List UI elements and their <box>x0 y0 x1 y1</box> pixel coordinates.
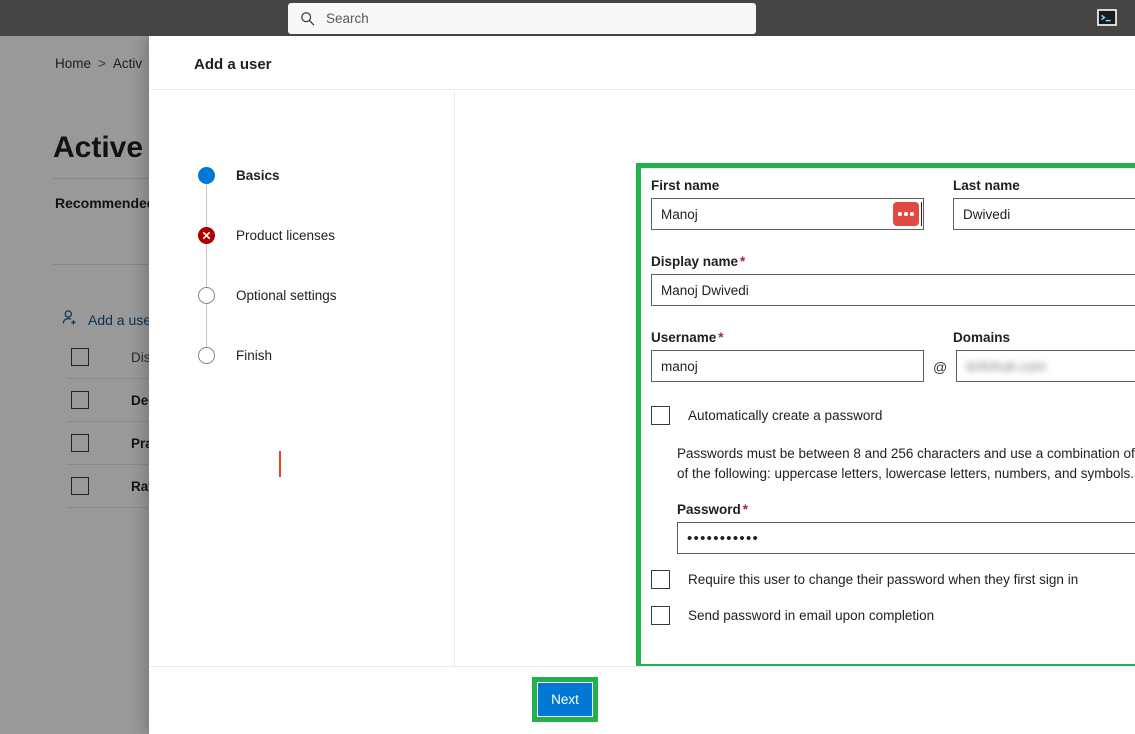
orange-annotation-marker <box>279 451 281 477</box>
username-domain-row: Username * Domains manoj @ tinfohub.com <box>651 330 1135 382</box>
display-name-input[interactable]: Manoj Dwivedi <box>651 274 1135 306</box>
auto-create-password-label: Automatically create a password <box>688 408 883 423</box>
username-domain-controls: manoj @ tinfohub.com <box>651 350 1135 382</box>
step-basics[interactable]: Basics <box>198 167 280 184</box>
add-user-panel: Add a user Basics Product licenses Optio… <box>149 36 1135 734</box>
basics-form: First name Manoj Last name Dwivedi Displ… <box>651 178 1135 625</box>
step-bullet-idle-icon <box>198 287 215 304</box>
basics-form-area: First name Manoj Last name Dwivedi Displ… <box>455 91 1135 669</box>
step-product-licenses-label: Product licenses <box>236 228 336 243</box>
username-domain-labels: Username * Domains <box>651 330 1135 350</box>
search-input[interactable]: Search <box>288 3 756 34</box>
at-symbol: @ <box>933 359 948 375</box>
step-optional-settings-label: Optional settings <box>236 288 337 303</box>
domains-label: Domains <box>953 330 1011 345</box>
step-basics-label: Basics <box>236 168 280 183</box>
display-name-value: Manoj Dwivedi <box>661 282 749 298</box>
password-masked-value: ••••••••••• <box>687 529 760 547</box>
step-bullet-idle-icon <box>198 347 215 364</box>
last-name-input[interactable]: Dwivedi <box>953 198 1135 230</box>
search-placeholder: Search <box>326 11 369 26</box>
auto-create-password-row[interactable]: Automatically create a password <box>651 406 1135 425</box>
screen-root: Home > Activ Active u Recommended Add a us… <box>0 0 1135 734</box>
next-button[interactable]: Next <box>538 683 592 716</box>
step-finish-label: Finish <box>236 348 273 363</box>
panel-header: Add a user <box>149 36 1135 90</box>
wizard-stepper: Basics Product licenses Optional setting… <box>149 91 455 666</box>
require-password-change-label: Require this user to change their passwo… <box>688 572 1079 587</box>
username-input[interactable]: manoj <box>651 350 924 382</box>
domains-label-wrap: Domains <box>953 330 1135 350</box>
username-label-wrap: Username * <box>651 330 924 350</box>
name-row: First name Manoj Last name Dwivedi <box>651 178 1135 230</box>
auto-create-password-checkbox[interactable] <box>651 406 670 425</box>
panel-title: Add a user <box>194 56 272 73</box>
send-email-row[interactable]: Send password in email upon completion <box>651 606 1135 625</box>
username-value: manoj <box>661 358 698 374</box>
first-name-group: First name Manoj <box>651 178 924 230</box>
require-password-change-checkbox[interactable] <box>651 570 670 589</box>
username-label: Username * <box>651 330 924 345</box>
display-name-label-text: Display name <box>651 254 739 269</box>
last-name-label: Last name <box>953 178 1020 193</box>
password-label: Password * <box>677 502 1135 517</box>
panel-footer: Next <box>149 666 1135 734</box>
first-name-label: First name <box>651 178 720 193</box>
last-name-value: Dwivedi <box>963 206 1011 222</box>
required-asterisk: * <box>742 502 749 517</box>
display-name-label: Display name * <box>651 254 1135 269</box>
send-password-email-checkbox[interactable] <box>651 606 670 625</box>
step-bullet-active-icon <box>198 167 215 184</box>
required-asterisk: * <box>740 254 746 269</box>
last-name-group: Last name Dwivedi <box>953 178 1135 230</box>
required-asterisk: * <box>718 330 724 345</box>
password-label-wrap: Password * <box>677 502 1135 517</box>
step-product-licenses[interactable]: Product licenses <box>198 227 335 244</box>
cursor-dots-badge-icon <box>893 202 919 226</box>
step-finish[interactable]: Finish <box>198 347 272 364</box>
search-icon <box>300 11 315 26</box>
send-password-email-label: Send password in email upon completion <box>688 608 935 623</box>
display-name-group: Display name * Manoj Dwivedi <box>651 254 1135 306</box>
first-name-value: Manoj <box>661 206 698 222</box>
username-label-text: Username <box>651 330 717 345</box>
domains-dropdown[interactable]: tinfohub.com <box>956 350 1135 382</box>
step-bullet-error-icon <box>198 227 215 244</box>
password-input[interactable]: ••••••••••• Strong <box>677 522 1135 554</box>
password-label-text: Password <box>677 502 741 517</box>
text-caret <box>920 202 922 226</box>
suite-top-bar: Search <box>0 0 1135 36</box>
first-name-input[interactable]: Manoj <box>651 198 924 230</box>
terminal-console-icon[interactable] <box>1097 9 1117 26</box>
domains-value: tinfohub.com <box>966 358 1046 374</box>
require-change-row[interactable]: Require this user to change their passwo… <box>651 570 1135 589</box>
step-optional-settings[interactable]: Optional settings <box>198 287 337 304</box>
password-help-text: Passwords must be between 8 and 256 char… <box>677 446 1135 481</box>
